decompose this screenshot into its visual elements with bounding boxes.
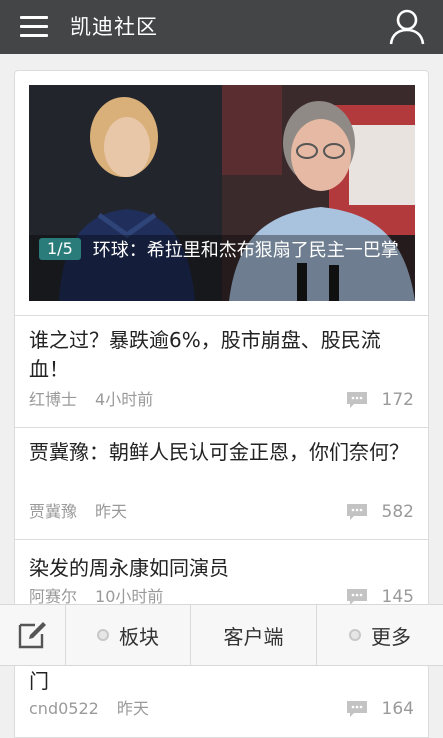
post-title[interactable]: 贾冀豫：朝鲜人民认可金正恩，你们奈何？ <box>29 438 415 467</box>
featured-title[interactable]: 环球：希拉里和杰布狠扇了民主一巴掌 <box>93 240 399 261</box>
post-title[interactable]: 门 <box>29 667 415 696</box>
post-time: 昨天 <box>95 502 128 521</box>
tab-board[interactable]: 板块 <box>66 605 191 665</box>
app-title: 凯迪社区 <box>70 15 158 39</box>
post-author: 贾冀豫 <box>29 502 78 521</box>
reply-count-value: 582 <box>381 502 414 522</box>
featured-card[interactable]: 1/5 环球：希拉里和杰布狠扇了民主一巴掌 <box>14 70 429 316</box>
post-meta: cnd0522 昨天 <box>29 698 149 720</box>
tab-client[interactable]: 客户端 <box>191 605 317 665</box>
compose-icon <box>18 622 46 649</box>
reply-count-value: 164 <box>381 699 414 719</box>
user-profile-icon[interactable] <box>388 8 426 46</box>
reply-count: 582 <box>346 501 414 523</box>
bottom-nav: 板块 客户端 更多 <box>0 604 443 666</box>
featured-image[interactable]: 1/5 环球：希拉里和杰布狠扇了民主一巴掌 <box>29 85 415 301</box>
post-meta: 红博士 4小时前 <box>29 389 153 411</box>
comment-bubble-icon <box>346 700 368 718</box>
post-title[interactable]: 谁之过？暴跌逾6%，股市崩盘、股民流血！ <box>29 326 415 384</box>
post-time: 昨天 <box>116 699 149 718</box>
tab-more[interactable]: 更多 <box>317 605 443 665</box>
tab-client-label: 客户端 <box>223 624 284 649</box>
post-time: 4小时前 <box>95 390 154 409</box>
featured-photo <box>29 85 415 301</box>
reply-count-value: 172 <box>381 390 414 410</box>
featured-caption: 1/5 环球：希拉里和杰布狠扇了民主一巴掌 <box>29 233 415 264</box>
post-item[interactable]: 贾冀豫：朝鲜人民认可金正恩，你们奈何？ 贾冀豫 昨天 582 <box>14 428 429 540</box>
compose-button[interactable] <box>0 605 66 665</box>
comment-bubble-icon <box>346 503 368 521</box>
post-author: 红博士 <box>29 390 78 409</box>
post-author: cnd0522 <box>29 699 99 718</box>
dot-icon <box>349 629 361 641</box>
dot-icon <box>97 629 109 641</box>
reply-count: 172 <box>346 389 414 411</box>
post-item[interactable]: 谁之过？暴跌逾6%，股市崩盘、股民流血！ 红博士 4小时前 172 <box>14 316 429 428</box>
tab-more-label: 更多 <box>371 624 411 649</box>
comment-bubble-icon <box>346 391 368 409</box>
top-header: 凯迪社区 <box>0 0 443 54</box>
hamburger-menu-icon[interactable] <box>20 14 48 40</box>
post-title[interactable]: 染发的周永康如同演员 <box>29 554 415 583</box>
reply-count: 164 <box>346 698 414 720</box>
slide-counter: 1/5 <box>39 238 81 260</box>
post-meta: 贾冀豫 昨天 <box>29 501 127 523</box>
tab-board-label: 板块 <box>119 624 159 649</box>
